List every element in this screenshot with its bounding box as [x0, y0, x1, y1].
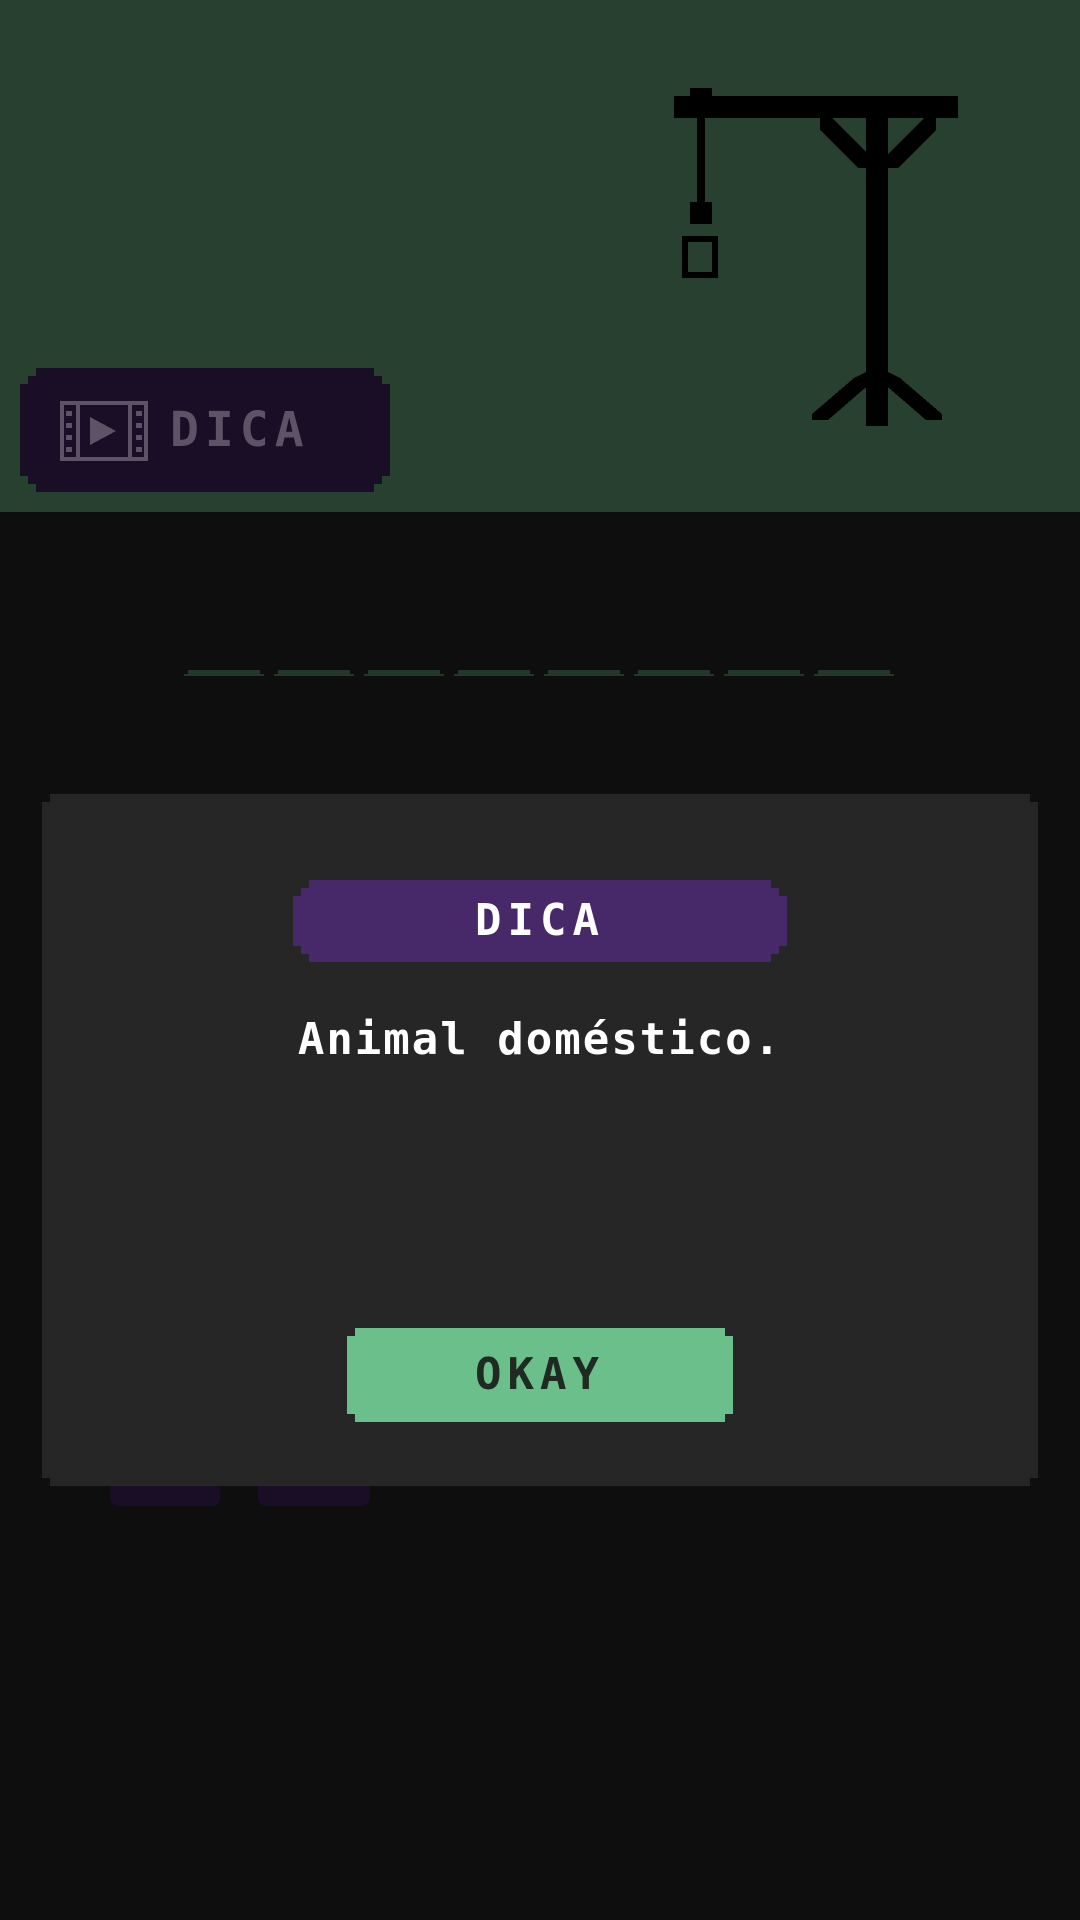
hint-button[interactable]: DICA [20, 368, 390, 492]
gallows-icon [674, 88, 958, 426]
hint-button-label: DICA [170, 402, 310, 458]
hint-text: Animal doméstico. [297, 1014, 783, 1065]
letter-slot [814, 670, 894, 680]
letter-slot [724, 670, 804, 680]
word-letter-slots [184, 670, 896, 682]
hint-dialog: DICA Animal doméstico. OKAY [42, 794, 1038, 1486]
letter-slot [634, 670, 714, 680]
letter-slot [184, 670, 264, 680]
okay-button[interactable]: OKAY [347, 1328, 733, 1422]
gallows-area: DICA [0, 0, 1080, 512]
letter-slot [364, 670, 444, 680]
letter-slot [454, 670, 534, 680]
letter-slot [544, 670, 624, 680]
video-play-icon [60, 401, 148, 461]
letter-slot [274, 670, 354, 680]
dialog-title: DICA [293, 880, 787, 962]
